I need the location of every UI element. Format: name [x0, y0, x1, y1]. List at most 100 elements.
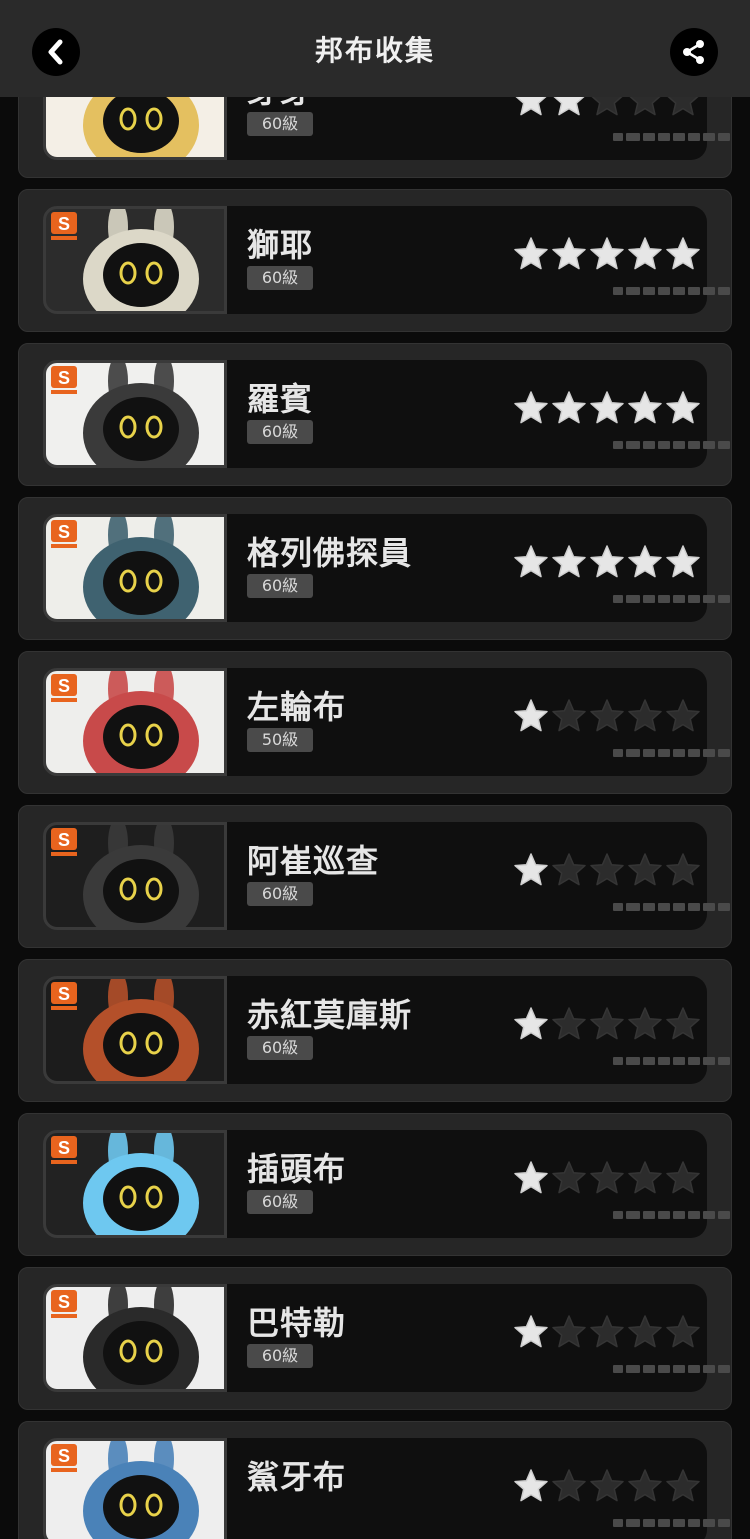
svg-text:S: S	[58, 984, 70, 1004]
star-filled-icon	[514, 1469, 548, 1502]
star-empty-icon	[666, 1161, 700, 1194]
star-filled-icon	[666, 545, 700, 578]
brand-mark-icon	[613, 1364, 730, 1374]
bangboo-card-body: S 左輪布 50級	[43, 668, 730, 776]
star-filled-icon	[515, 97, 547, 116]
brand-mark-icon	[613, 1210, 730, 1220]
bangboo-level-badge: 60級	[247, 112, 313, 136]
bangboo-name: 羅賓	[247, 380, 314, 418]
svg-text:S: S	[58, 1446, 70, 1466]
bangboo-level-badge: 60級	[247, 1036, 313, 1060]
bangboo-level-badge: 60級	[247, 1190, 313, 1214]
brand-mark-icon	[613, 902, 730, 912]
star-empty-icon	[590, 853, 624, 886]
star-rating	[513, 1314, 701, 1352]
bangboo-card[interactable]: S 鯊牙布	[18, 1421, 732, 1539]
svg-text:S: S	[58, 214, 70, 234]
star-empty-icon	[666, 853, 700, 886]
bangboo-card[interactable]: S 赤紅莫庫斯 60級	[18, 959, 732, 1102]
s-rank-badge-icon: S	[51, 1444, 77, 1472]
brand-mark-icon	[613, 594, 730, 604]
star-empty-icon	[629, 97, 661, 116]
bangboo-level-badge: 60級	[247, 574, 313, 598]
star-filled-icon	[666, 391, 700, 424]
bangboo-card[interactable]: S 巴特勒 60級	[18, 1267, 732, 1410]
star-empty-icon	[552, 1315, 586, 1348]
star-empty-icon	[590, 1007, 624, 1040]
bangboo-name: 阿崔巡查	[247, 842, 380, 880]
share-button[interactable]	[670, 28, 718, 76]
bangboo-level-badge: 50級	[247, 728, 313, 752]
star-filled-icon	[628, 237, 662, 270]
s-rank-badge-icon: S	[51, 1290, 77, 1318]
app-header: 邦布收集	[0, 0, 750, 97]
bangboo-card-body: S芽芽60級	[43, 97, 730, 160]
bangboo-card[interactable]: S芽芽60級	[18, 97, 732, 178]
star-rating	[513, 236, 701, 274]
bangboo-name: 芽芽	[247, 97, 313, 112]
star-empty-icon	[591, 97, 623, 116]
star-filled-icon	[590, 237, 624, 270]
star-empty-icon	[628, 1161, 662, 1194]
bangboo-card[interactable]: S 羅賓 60級	[18, 343, 732, 486]
share-icon	[683, 40, 704, 64]
star-empty-icon	[667, 97, 699, 116]
bangboo-card[interactable]: S 獅耶 60級	[18, 189, 732, 332]
brand-mark-icon	[613, 1056, 730, 1066]
star-empty-icon	[552, 1469, 586, 1502]
svg-text:S: S	[58, 830, 70, 850]
star-filled-icon	[666, 237, 700, 270]
brand-mark-icon	[613, 1518, 730, 1528]
svg-text:S: S	[58, 368, 70, 388]
bangboo-card-body: S 阿崔巡查 60級	[43, 822, 730, 930]
star-empty-icon	[666, 1315, 700, 1348]
star-empty-icon	[628, 1469, 662, 1502]
star-rating	[513, 698, 701, 736]
bangboo-card[interactable]: S 左輪布 50級	[18, 651, 732, 794]
star-empty-icon	[628, 853, 662, 886]
star-rating	[513, 852, 701, 890]
svg-text:S: S	[58, 522, 70, 542]
bangboo-name: 巴特勒	[247, 1304, 347, 1342]
svg-text:S: S	[58, 1292, 70, 1312]
star-filled-icon	[514, 1007, 548, 1040]
bangboo-card-body: S 鯊牙布	[43, 1438, 730, 1539]
bangboo-level-badge: 60級	[247, 266, 313, 290]
star-filled-icon	[514, 545, 548, 578]
star-empty-icon	[590, 699, 624, 732]
star-filled-icon	[590, 391, 624, 424]
star-rating	[513, 97, 701, 120]
bangboo-card[interactable]: S 格列佛探員 60級	[18, 497, 732, 640]
star-filled-icon	[590, 545, 624, 578]
chevron-left-icon	[48, 39, 63, 65]
star-empty-icon	[552, 1007, 586, 1040]
star-rating	[513, 1160, 701, 1198]
bangboo-level-badge: 60級	[247, 420, 313, 444]
star-empty-icon	[552, 1161, 586, 1194]
star-filled-icon	[628, 545, 662, 578]
bangboo-name: 赤紅莫庫斯	[247, 996, 413, 1034]
s-rank-badge-icon: S	[51, 212, 77, 240]
bangboo-name: 格列佛探員	[247, 534, 413, 572]
s-rank-badge-icon: S	[51, 366, 77, 394]
s-rank-badge-icon: S	[51, 520, 77, 548]
star-filled-icon	[514, 853, 548, 886]
bangboo-card-body: S 插頭布 60級	[43, 1130, 730, 1238]
star-empty-icon	[590, 1315, 624, 1348]
brand-mark-icon	[613, 286, 730, 296]
bangboo-card[interactable]: S 插頭布 60級	[18, 1113, 732, 1256]
brand-mark-icon	[613, 748, 730, 758]
bangboo-name: 獅耶	[247, 226, 314, 264]
star-filled-icon	[552, 391, 586, 424]
bangboo-card-body: S 赤紅莫庫斯 60級	[43, 976, 730, 1084]
star-filled-icon	[514, 699, 548, 732]
back-button[interactable]	[32, 28, 80, 76]
star-filled-icon	[514, 237, 548, 270]
star-empty-icon	[590, 1161, 624, 1194]
bangboo-list[interactable]: S芽芽60級S獅耶60級S羅賓60級S格列佛探員60級S左輪布50級S阿崔巡查6…	[0, 97, 750, 1539]
bangboo-level-badge: 60級	[247, 1344, 313, 1368]
bangboo-card[interactable]: S 阿崔巡查 60級	[18, 805, 732, 948]
star-filled-icon	[553, 97, 585, 116]
bangboo-card-body: S 獅耶 60級	[43, 206, 730, 314]
star-empty-icon	[628, 1315, 662, 1348]
